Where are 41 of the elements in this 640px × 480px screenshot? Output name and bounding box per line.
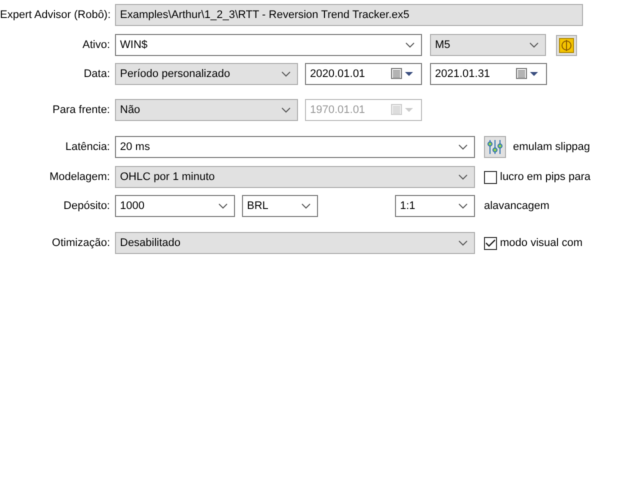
timeframe-dropdown[interactable]: M5 xyxy=(430,34,546,56)
chevron-down-icon xyxy=(458,144,468,150)
checkbox-label: lucro em pips para xyxy=(500,171,590,183)
calendar-icon[interactable] xyxy=(516,68,540,80)
field-label: Ativo: xyxy=(81,39,111,51)
deposit-combobox[interactable]: 1000 xyxy=(115,195,235,217)
sliders-icon[interactable] xyxy=(484,136,506,158)
leverage-dropdown[interactable]: 1:1 xyxy=(395,195,475,217)
chevron-down-icon xyxy=(458,174,468,180)
chevron-down-icon xyxy=(281,107,291,113)
field-label: Expert Advisor (Robô): xyxy=(0,9,112,21)
expert-advisor-field[interactable]: Examples\Arthur\1_2_3\RTT - Reversion Trend Tracker.ex5 xyxy=(115,4,583,26)
coin-icon[interactable] xyxy=(556,34,577,56)
calendar-icon[interactable] xyxy=(391,68,415,80)
symbol-combobox[interactable]: WIN$ xyxy=(115,34,422,56)
chevron-down-icon xyxy=(281,71,291,77)
field-label: Latência: xyxy=(64,141,111,153)
leverage-label: alavancagem xyxy=(484,200,550,212)
chevron-down-icon xyxy=(405,42,415,48)
date-field[interactable]: 2021.01.31 xyxy=(430,63,547,85)
chevron-down-icon xyxy=(218,203,228,209)
currency-dropdown[interactable]: BRL xyxy=(242,195,318,217)
field-label: Otimização: xyxy=(50,237,111,249)
option-label: emulam slippag xyxy=(513,141,590,153)
forward-dropdown[interactable]: Não xyxy=(115,99,298,121)
modeling-dropdown[interactable]: OHLC por 1 minuto xyxy=(115,166,475,188)
chevron-down-icon xyxy=(458,240,468,246)
checkbox[interactable] xyxy=(484,170,497,184)
checkbox-label: modo visual com xyxy=(500,237,583,249)
date-field[interactable]: 2020.01.01 xyxy=(305,63,422,85)
field-label: Depósito: xyxy=(62,200,111,212)
field-label: Para frente: xyxy=(52,104,111,116)
period-dropdown[interactable]: Período personalizado xyxy=(115,63,298,85)
field-label: Data: xyxy=(82,68,111,80)
latency-combobox[interactable]: 20 ms xyxy=(115,136,475,158)
checkbox[interactable] xyxy=(484,236,497,250)
chevron-down-icon xyxy=(458,203,468,209)
optimization-dropdown[interactable]: Desabilitado xyxy=(115,232,475,254)
chevron-down-icon xyxy=(529,42,539,48)
chevron-down-icon xyxy=(301,203,311,209)
field-label: Modelagem: xyxy=(48,171,111,183)
